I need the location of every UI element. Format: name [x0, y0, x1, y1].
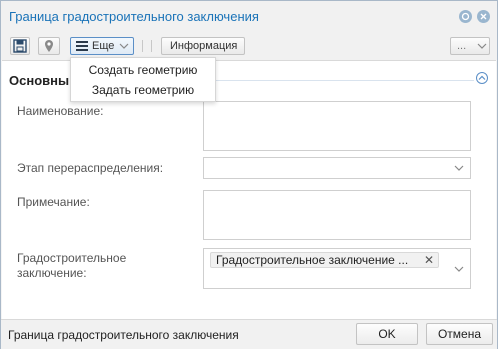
- menu-item-set-geometry[interactable]: Задать геометрию: [71, 80, 215, 100]
- conclusion-select[interactable]: Градостроительное заключение ... ✕: [203, 248, 471, 289]
- info-label: Информация: [170, 40, 238, 52]
- chevron-down-icon: [119, 43, 129, 49]
- save-button[interactable]: [10, 37, 30, 55]
- toolbar: Еще Информация ...: [1, 32, 497, 60]
- name-field[interactable]: [203, 101, 471, 151]
- chevron-down-icon: [454, 266, 464, 272]
- title-bar: Граница градостроительного заключения: [1, 1, 497, 32]
- overflow-label: ...: [457, 40, 467, 52]
- menu-icon: [76, 41, 88, 51]
- more-button[interactable]: Еще: [70, 37, 134, 55]
- dialog-window: Граница градостроительного заключения Ещ…: [0, 0, 498, 349]
- conclusion-tag-label: Градостроительное заключение ...: [216, 253, 409, 267]
- menu-item-create-geometry[interactable]: Создать геометрию: [71, 60, 215, 80]
- footer: Граница градостроительного заключения OK…: [1, 319, 497, 349]
- window-title: Граница градостроительного заключения: [9, 9, 259, 24]
- chevron-down-icon: [454, 165, 464, 171]
- close-icon[interactable]: [477, 10, 490, 23]
- overflow-button[interactable]: ...: [450, 37, 490, 55]
- stage-label: Этап перераспределения:: [17, 161, 164, 175]
- restore-icon[interactable]: [459, 10, 472, 23]
- location-button[interactable]: [38, 37, 60, 55]
- conclusion-label-line1: Градостроительное: [17, 251, 127, 265]
- cancel-button[interactable]: Отмена: [426, 323, 493, 345]
- note-label: Примечание:: [17, 195, 90, 209]
- section-title: Основны: [9, 73, 70, 88]
- toolbar-separator: [142, 40, 143, 52]
- toolbar-separator: [151, 40, 152, 52]
- more-label: Еще: [92, 40, 115, 52]
- chevron-down-icon: [477, 43, 487, 49]
- save-icon: [13, 39, 27, 53]
- info-button[interactable]: Информация: [161, 37, 245, 55]
- ok-button[interactable]: OK: [356, 323, 418, 345]
- map-pin-icon: [45, 40, 53, 52]
- conclusion-label-line2: заключение:: [17, 266, 87, 280]
- stage-select[interactable]: [203, 157, 471, 179]
- status-text: Граница градостроительного заключения: [8, 328, 239, 342]
- remove-tag-icon[interactable]: ✕: [424, 253, 434, 267]
- note-field[interactable]: [203, 190, 471, 240]
- name-label: Наименование:: [17, 104, 104, 118]
- collapse-icon[interactable]: [476, 72, 488, 84]
- more-dropdown-menu: Создать геометрию Задать геометрию: [70, 57, 216, 102]
- conclusion-tag: Градостроительное заключение ... ✕: [210, 252, 439, 268]
